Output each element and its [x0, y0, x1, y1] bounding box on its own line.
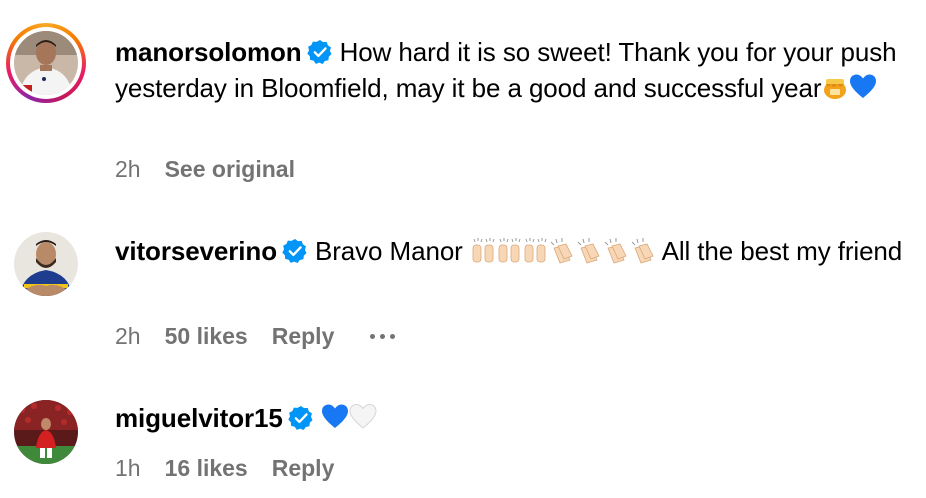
comment-item: manorsolomon How hard it is so sweet! Tha…: [0, 0, 926, 200]
raising-hands-emoji: [498, 238, 521, 263]
comment-username[interactable]: miguelvitor15: [115, 403, 283, 433]
comment-body: vitorseverino Bravo Manor All the best my…: [115, 233, 915, 269]
comment-item: miguelvitor15 1h 16 likes Reply: [0, 360, 926, 498]
comment-meta: 1h 16 likes Reply: [115, 453, 358, 483]
comment-meta: 2h 50 likes Reply: [115, 321, 396, 351]
avatar[interactable]: [14, 232, 78, 296]
comment-timestamp[interactable]: 2h: [115, 323, 141, 350]
clapping-hands-emoji: [604, 238, 627, 264]
comment-text-start: Bravo Manor: [315, 236, 463, 266]
likes-count-button[interactable]: 16 likes: [165, 455, 248, 482]
comment-timestamp[interactable]: 2h: [115, 156, 141, 183]
blue-heart-emoji: [850, 74, 877, 98]
clapping-hands-emoji: [577, 238, 600, 264]
comment-text-end: All the best my friend: [661, 236, 903, 266]
likes-count-button[interactable]: 50 likes: [165, 323, 248, 350]
comment-body: manorsolomon How hard it is so sweet! Tha…: [115, 34, 915, 106]
comment-item: vitorseverino Bravo Manor All the best my…: [0, 200, 926, 360]
comment-body: miguelvitor15: [115, 400, 915, 436]
honey-pot-emoji: [824, 79, 847, 99]
more-options-icon[interactable]: [370, 333, 396, 339]
verified-badge-icon: [288, 405, 313, 430]
verified-badge-icon: [306, 39, 332, 64]
clapping-hands-emoji: [550, 238, 573, 264]
comment-meta: 2h See original: [115, 154, 319, 184]
comment-username[interactable]: manorsolomon: [115, 37, 302, 67]
see-original-button[interactable]: See original: [165, 156, 295, 183]
white-heart-emoji: [349, 403, 377, 429]
verified-badge-icon: [282, 238, 307, 263]
blue-heart-emoji: [321, 404, 348, 428]
reply-button[interactable]: Reply: [272, 455, 335, 482]
reply-button[interactable]: Reply: [272, 323, 335, 350]
avatar[interactable]: [14, 31, 78, 95]
raising-hands-emoji: [472, 238, 495, 263]
comment-timestamp[interactable]: 1h: [115, 455, 141, 482]
comment-username[interactable]: vitorseverino: [115, 236, 277, 266]
clapping-hands-emoji: [631, 238, 654, 264]
avatar[interactable]: [14, 400, 78, 464]
raising-hands-emoji: [524, 238, 547, 263]
